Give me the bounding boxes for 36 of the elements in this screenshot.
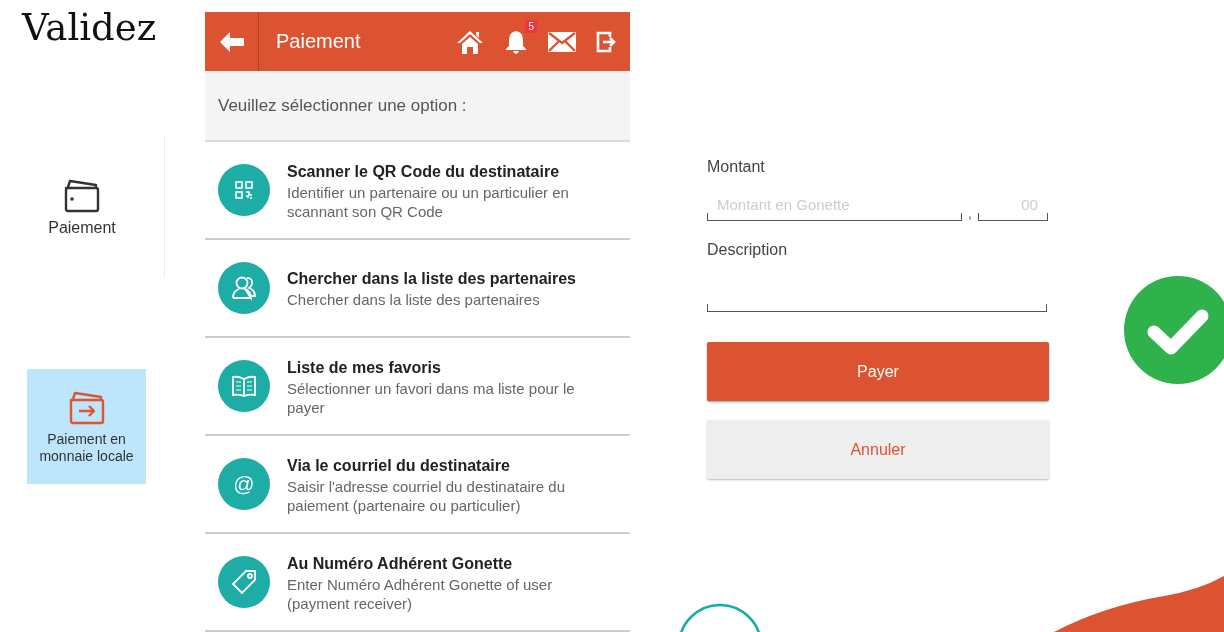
back-arrow-icon: [218, 30, 245, 53]
logout-icon[interactable]: [596, 30, 618, 53]
slide-title: Validez: [22, 6, 157, 49]
at-sign-icon: @: [218, 458, 270, 510]
option-title: Au Numéro Adhérent Gonette: [287, 553, 514, 574]
pay-button[interactable]: Payer: [707, 342, 1049, 401]
book-icon: [218, 360, 270, 412]
checkmark-icon: [1124, 276, 1224, 384]
people-icon: [218, 262, 270, 314]
home-icon[interactable]: [456, 28, 484, 55]
prompt-text: Veuillez sélectionner une option :: [205, 71, 630, 142]
cancel-button[interactable]: Annuler: [707, 420, 1049, 479]
tag-icon: [218, 556, 270, 608]
payment-option[interactable]: Liste de mes favoris Sélectionner un favori dans ma liste pour le payer: [205, 338, 630, 436]
field-label: Description: [707, 241, 789, 260]
option-description: Saisir l'adresse courriel du destinataire du paiement (partenaire ou particulier): [287, 476, 566, 515]
option-description: Identifier un partenaire ou un particulier en scannant son QR Code: [287, 182, 570, 221]
mail-icon[interactable]: [548, 31, 576, 52]
option-description: Enter Numéro Adhérent Gonette of user (payment receiver): [287, 574, 554, 613]
option-description: Sélectionner un favori dans ma liste pour le payer: [287, 378, 576, 417]
option-title: Liste de mes favoris: [287, 357, 442, 378]
menu-tile[interactable]: Paiement en monnaie locale: [27, 369, 146, 484]
payment-option[interactable]: Chercher dans la liste des partenaires Chercher dans la liste des partenaires: [205, 240, 630, 338]
payment-option[interactable]: Au Numéro Adhérent Gonette Enter Numéro Adhérent Gonette of user (payment receiver): [205, 534, 630, 632]
qr-code-icon: [218, 164, 270, 216]
screen-title: Paiement: [276, 30, 362, 53]
option-description: Chercher dans la liste des partenaires: [287, 290, 541, 309]
payment-option[interactable]: Scanner le QR Code du destinataire Identifier un partenaire ou un particulier en scannant son QR Code: [205, 142, 630, 240]
option-title: Via le courriel du destinataire: [287, 455, 511, 476]
notification-badge: 5: [525, 19, 537, 33]
payment-option[interactable]: @ Via le courriel du destinataire Saisir l'adresse courriel du destinataire du paiement (partenaire ou particulier): [205, 436, 630, 534]
option-title: Scanner le QR Code du destinataire: [287, 161, 561, 182]
option-title: Chercher dans la liste des partenaires: [287, 269, 577, 289]
bell-icon[interactable]: [504, 28, 528, 55]
field-label: Montant: [707, 158, 766, 177]
decimal-separator: ,: [968, 205, 972, 221]
